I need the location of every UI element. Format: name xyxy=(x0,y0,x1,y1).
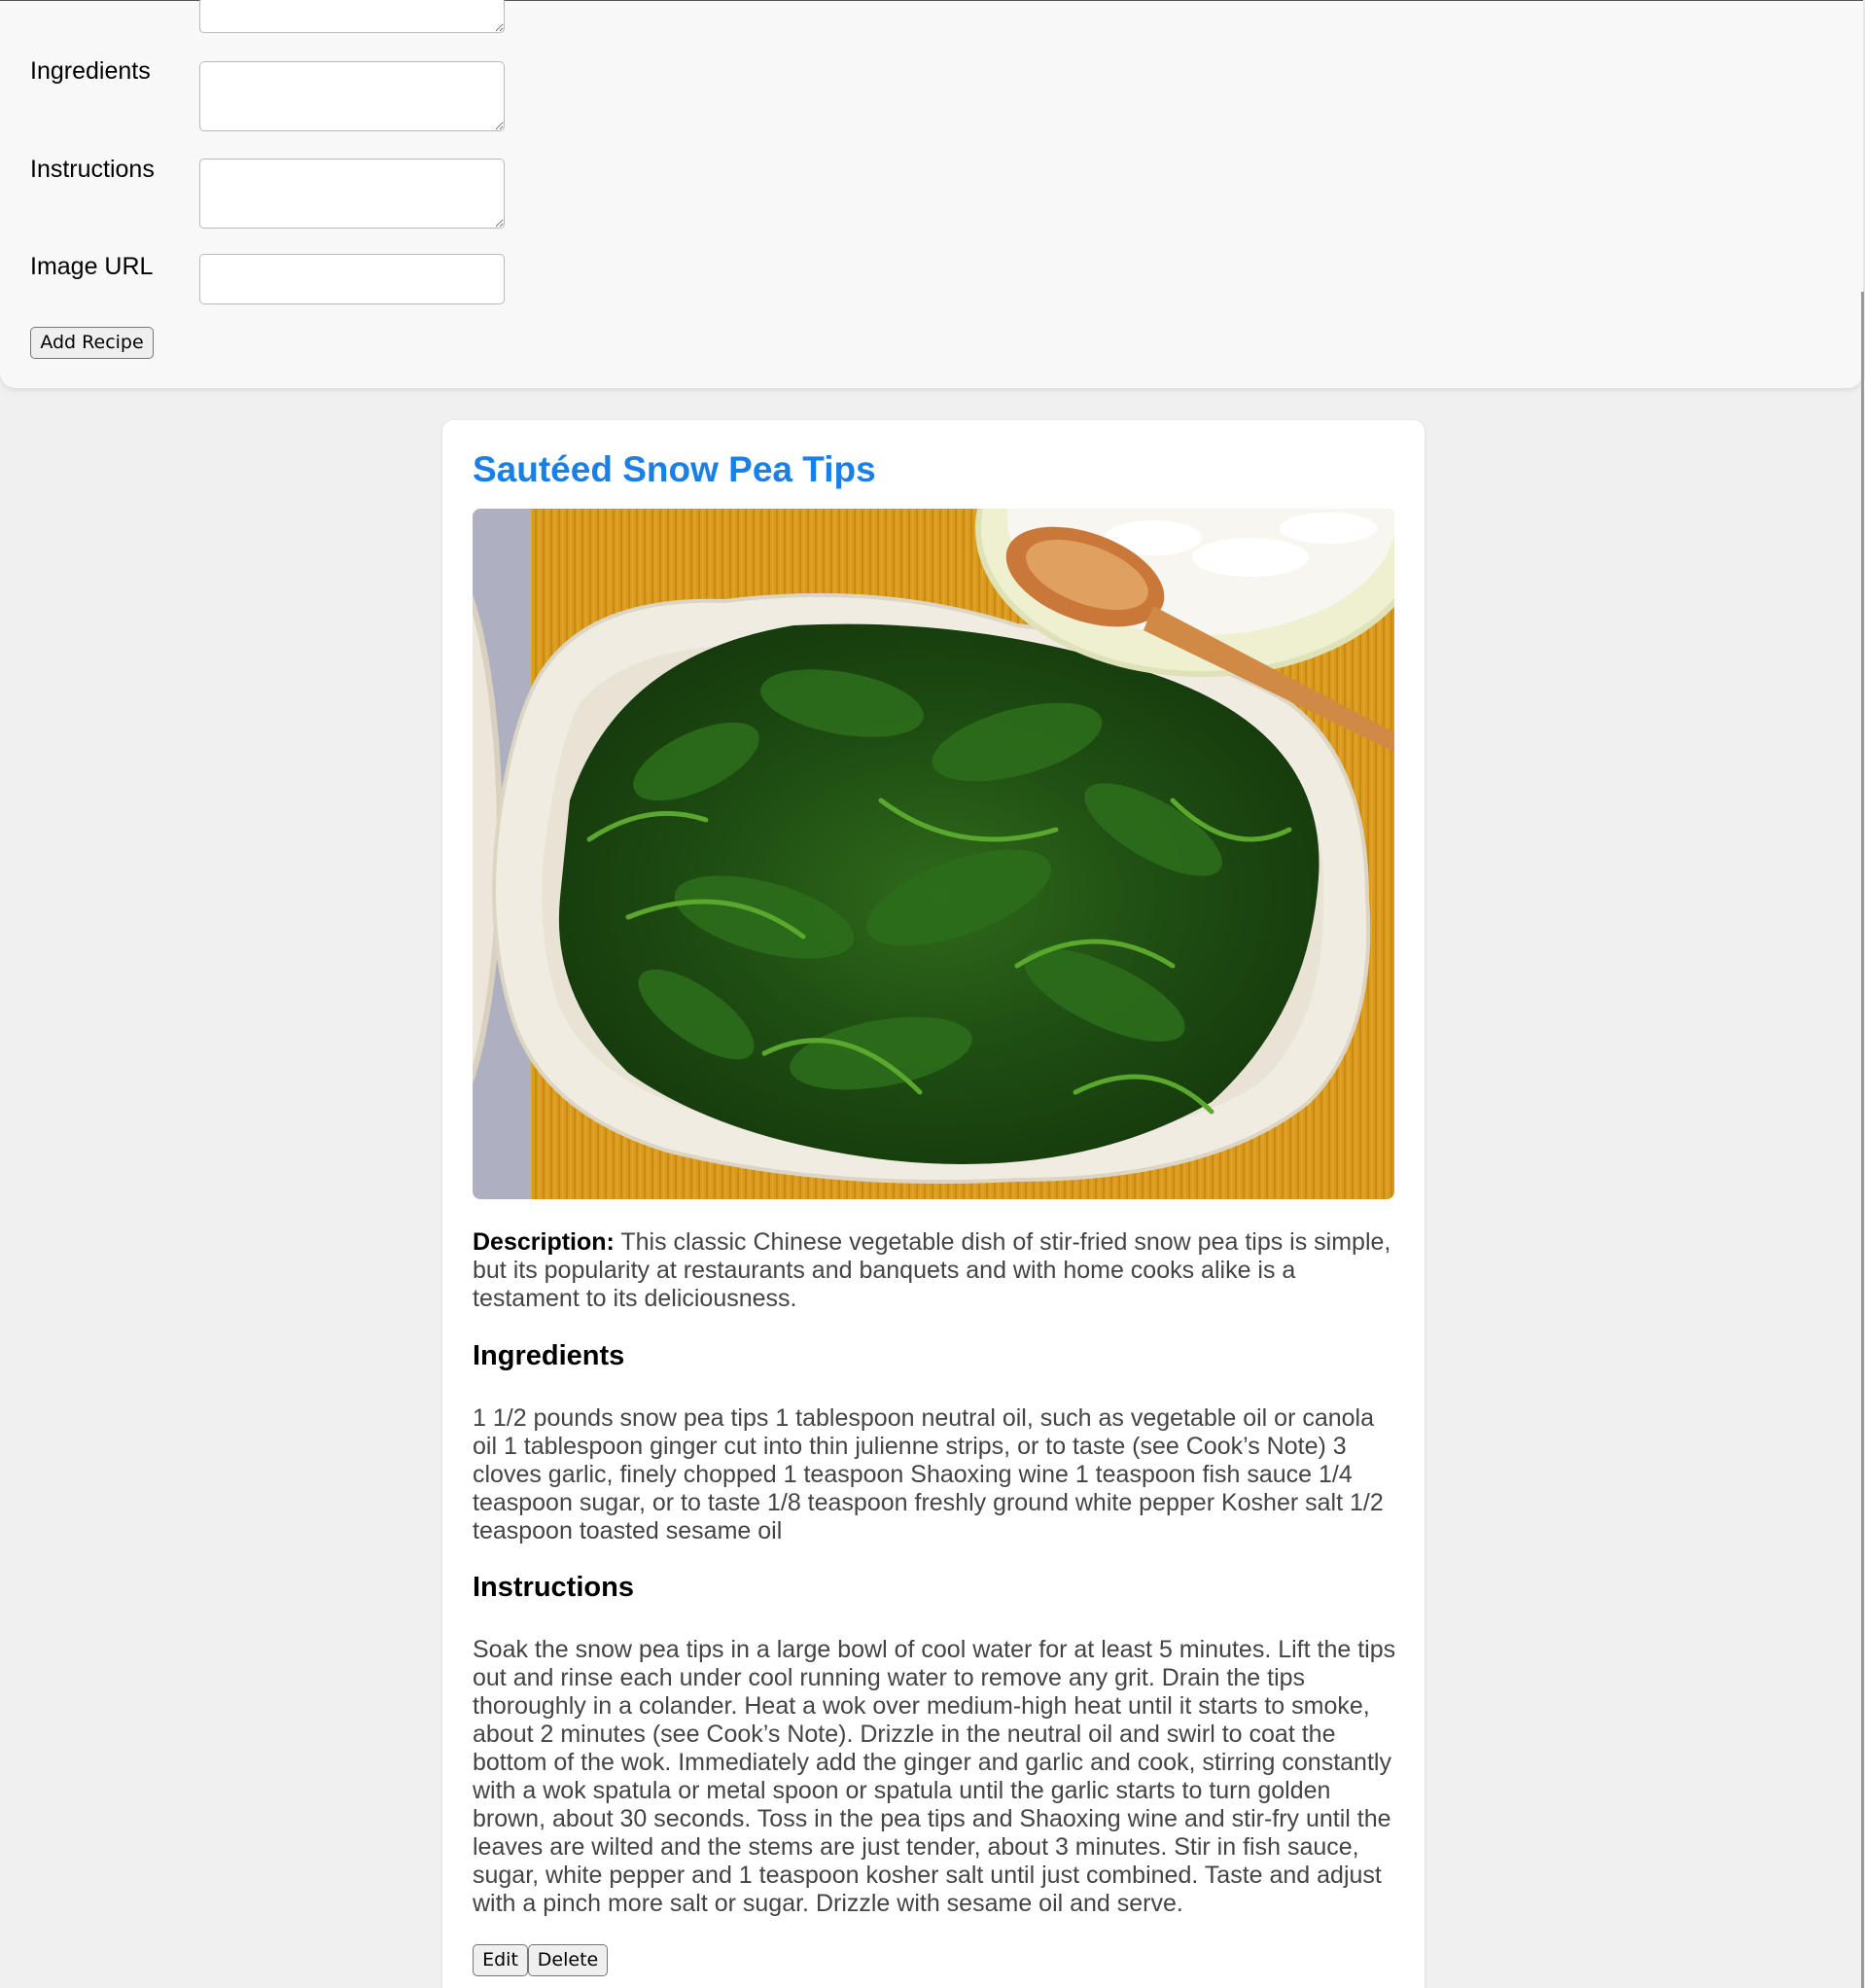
image-url-label: Image URL xyxy=(30,253,154,280)
add-recipe-button[interactable]: Add Recipe xyxy=(30,327,154,359)
recipe-title: Sautéed Snow Pea Tips xyxy=(473,449,876,489)
recipe-description: Description: This classic Chinese vegeta… xyxy=(473,1228,1396,1313)
ingredients-textarea[interactable] xyxy=(199,61,505,131)
image-url-input[interactable] xyxy=(199,254,505,304)
instructions-heading: Instructions xyxy=(473,1572,634,1603)
instructions-text: Soak the snow pea tips in a large bowl o… xyxy=(473,1636,1396,1917)
delete-button[interactable]: Delete xyxy=(528,1944,608,1976)
edit-button[interactable]: Edit xyxy=(473,1944,528,1976)
scrollbar[interactable] xyxy=(1861,292,1864,1988)
instructions-label: Instructions xyxy=(30,156,155,183)
page: Ingredients Instructions Image URL Add R… xyxy=(0,0,1865,1988)
instructions-textarea[interactable] xyxy=(199,159,505,229)
ingredients-text: 1 1/2 pounds snow pea tips 1 tablespoon … xyxy=(473,1404,1384,1544)
recipe-card: Sautéed Snow Pea Tips Description: This … xyxy=(442,420,1425,1988)
ingredients-label: Ingredients xyxy=(30,57,151,85)
description-label: Description: xyxy=(473,1228,615,1256)
description-textarea[interactable] xyxy=(199,0,505,33)
add-recipe-form: Ingredients Instructions Image URL Add R… xyxy=(0,0,1863,388)
ingredients-heading: Ingredients xyxy=(473,1340,625,1371)
recipe-image xyxy=(473,509,1394,1199)
